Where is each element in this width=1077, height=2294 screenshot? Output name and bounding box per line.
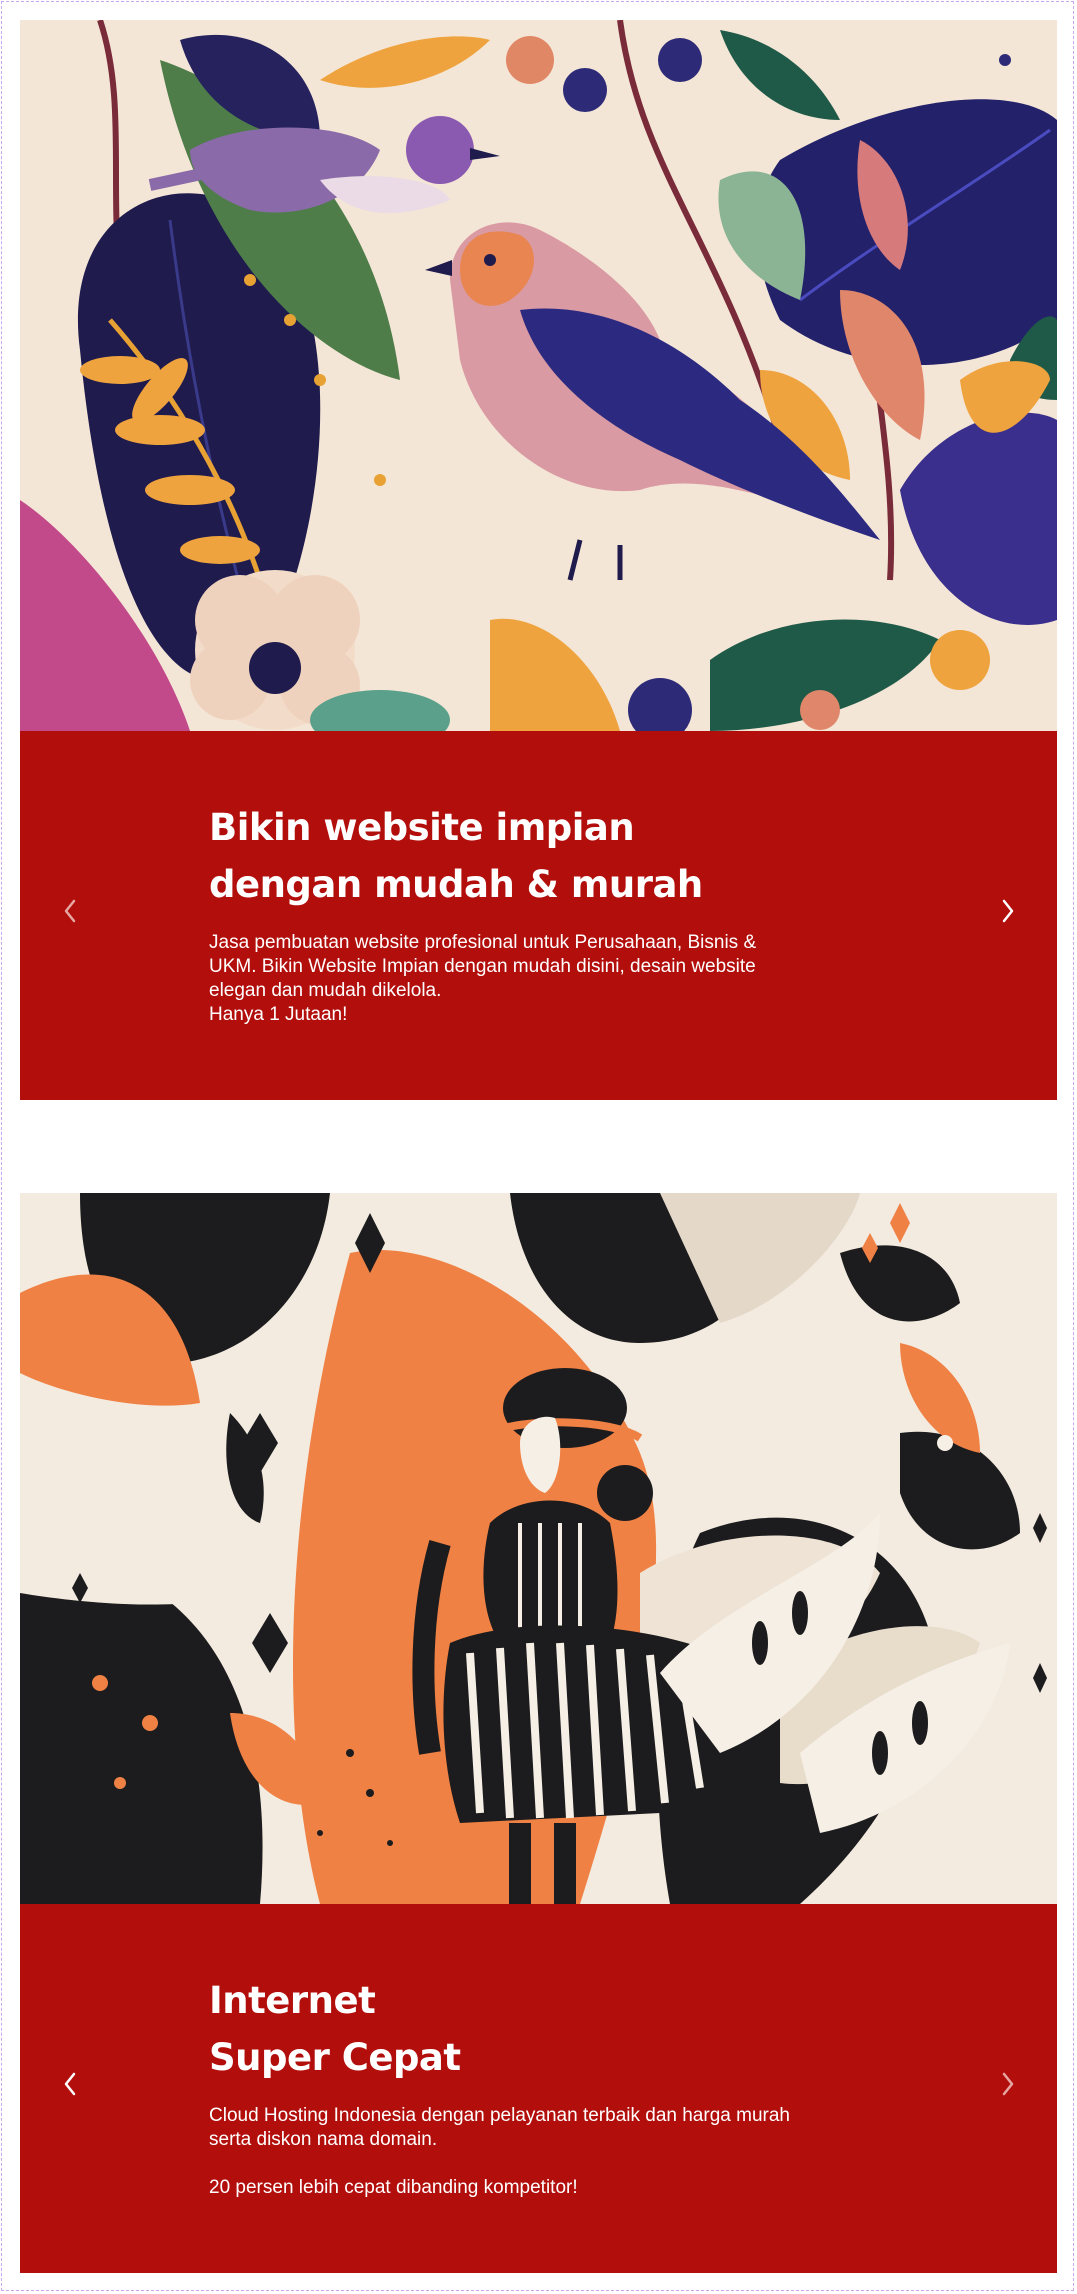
bird-botanical-illustration-icon [20, 20, 1057, 731]
slide-title-line: Bikin website impian [209, 806, 635, 849]
slide-description-line: Jasa pembuatan website profesional untuk… [209, 932, 757, 953]
slide-title-line: Super Cepat [209, 2036, 461, 2079]
slide-description-line: 20 persen lebih cepat dibanding kompetit… [209, 2177, 578, 2198]
slide-title-line: Internet [209, 1979, 376, 2022]
slide-description: Jasa pembuatan website profesional untuk… [209, 931, 859, 1027]
slide-title: Internet Super Cepat [209, 1972, 859, 2086]
carousel-next-button[interactable] [988, 2060, 1028, 2108]
slide-description-line: Cloud Hosting Indonesia dengan pelayanan… [209, 2105, 790, 2126]
slide-description-line: Hanya 1 Jutaan! [209, 1004, 348, 1025]
hero-caption: Bikin website impian dengan mudah & mura… [20, 731, 1057, 1100]
chevron-right-icon [1002, 899, 1014, 923]
woman-abstract-illustration-icon [20, 1193, 1057, 1904]
slide-description-line: elegan dan mudah dikelola. [209, 980, 442, 1001]
chevron-left-icon [64, 2072, 76, 2096]
slide-title: Bikin website impian dengan mudah & mura… [209, 799, 859, 913]
slide-description-line: serta diskon nama domain. [209, 2129, 438, 2150]
chevron-left-icon [64, 899, 76, 923]
carousel-next-button[interactable] [988, 887, 1028, 935]
hero-slide-internet: Internet Super Cepat Cloud Hosting Indon… [20, 1193, 1057, 2273]
hero-slide-website: Bikin website impian dengan mudah & mura… [20, 20, 1057, 1100]
carousel-prev-button[interactable] [50, 887, 90, 935]
slide-description: Cloud Hosting Indonesia dengan pelayanan… [209, 2104, 859, 2200]
slide-description-line: UKM. Bikin Website Impian dengan mudah d… [209, 956, 756, 977]
carousel-prev-button[interactable] [50, 2060, 90, 2108]
chevron-right-icon [1002, 2072, 1014, 2096]
hero-caption: Internet Super Cepat Cloud Hosting Indon… [20, 1904, 1057, 2273]
slide-title-line: dengan mudah & murah [209, 863, 703, 906]
